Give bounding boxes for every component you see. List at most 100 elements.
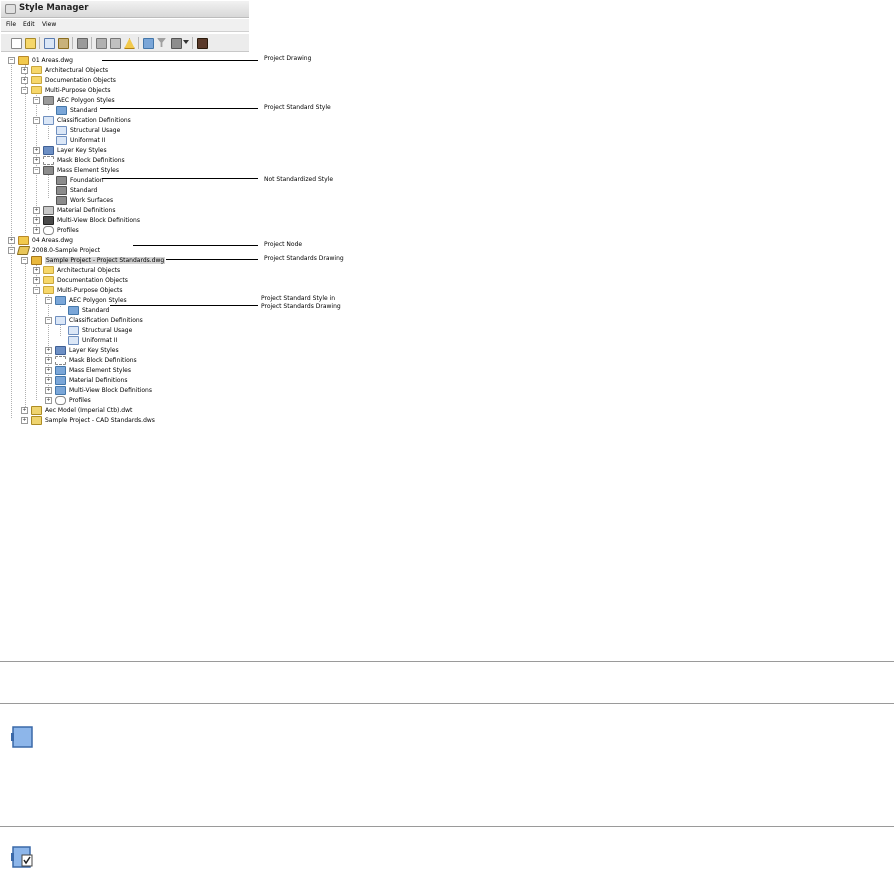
expand-toggle-icon[interactable]: + xyxy=(45,366,52,374)
collapse-toggle-icon[interactable]: − xyxy=(21,86,28,94)
tree-item-mask-block-definitions[interactable]: + Mask Block Definitions xyxy=(45,355,137,365)
tree-item-project-node[interactable]: − 2008.0-Sample Project xyxy=(8,245,100,255)
tree-item-mask-block-definitions[interactable]: + Mask Block Definitions xyxy=(33,155,125,165)
display-icon[interactable] xyxy=(171,38,182,49)
tree-item-material-definitions[interactable]: + Material Definitions xyxy=(45,375,127,385)
tree-item-uniformat-ii[interactable]: Uniformat II xyxy=(46,135,105,145)
tree-item-classification-definitions[interactable]: − Classification Definitions xyxy=(33,115,131,125)
import-icon[interactable] xyxy=(110,38,121,49)
tree-item-work-surfaces[interactable]: Work Surfaces xyxy=(46,195,113,205)
tree-item-classification-definitions[interactable]: − Classification Definitions xyxy=(45,315,143,325)
drawing-icon xyxy=(18,55,29,65)
tree-item-layer-key-styles[interactable]: + Layer Key Styles xyxy=(33,145,107,155)
expand-toggle-icon[interactable]: + xyxy=(33,226,40,234)
expand-toggle-icon[interactable]: + xyxy=(21,416,28,424)
menu-view[interactable]: View xyxy=(42,21,56,28)
collapse-toggle-icon[interactable]: − xyxy=(33,286,40,294)
collapse-toggle-icon[interactable]: − xyxy=(21,256,28,264)
expand-toggle-icon[interactable]: + xyxy=(33,206,40,214)
mask-block-icon xyxy=(55,355,66,365)
filter-icon[interactable] xyxy=(157,38,166,47)
tree-item-mass-element-styles[interactable]: − Mass Element Styles xyxy=(33,165,119,175)
tree-item-documentation-objects[interactable]: + Documentation Objects xyxy=(33,275,128,285)
purge-icon[interactable] xyxy=(96,38,107,49)
collapse-toggle-icon[interactable]: − xyxy=(33,116,40,124)
tree-item-documentation-objects[interactable]: + Documentation Objects xyxy=(21,75,116,85)
tree-item-multi-purpose-objects[interactable]: − Multi-Purpose Objects xyxy=(21,85,110,95)
warning-icon[interactable] xyxy=(124,38,135,49)
expand-toggle-icon[interactable]: + xyxy=(21,406,28,414)
edit-icon[interactable] xyxy=(77,38,88,49)
collapse-toggle-icon[interactable]: − xyxy=(33,166,40,174)
expand-toggle-icon[interactable]: + xyxy=(33,146,40,154)
expand-toggle-icon[interactable]: + xyxy=(45,396,52,404)
tree-item-label: 01 Areas.dwg xyxy=(32,56,73,64)
paste-icon[interactable] xyxy=(58,38,69,49)
tree-item-label: Multi-View Block Definitions xyxy=(69,386,152,394)
tree-item-label: Structural Usage xyxy=(82,326,133,334)
tree-item-structural-usage[interactable]: Structural Usage xyxy=(58,325,132,335)
tree-item-foundation[interactable]: Foundation xyxy=(46,175,104,185)
tree-item-label: Classification Definitions xyxy=(57,116,131,124)
tree-item-profiles[interactable]: + Profiles xyxy=(33,225,79,235)
tree-item-structural-usage[interactable]: Structural Usage xyxy=(46,125,120,135)
tree-item-uniformat-ii[interactable]: Uniformat II xyxy=(58,335,117,345)
collapse-toggle-icon[interactable]: − xyxy=(8,56,15,64)
project-icon xyxy=(16,245,31,255)
callout-leader xyxy=(100,108,258,109)
new-icon[interactable] xyxy=(11,38,22,49)
expand-toggle-icon[interactable]: + xyxy=(33,266,40,274)
tree-item-aec-polygon-styles[interactable]: − AEC Polygon Styles xyxy=(45,295,127,305)
expand-toggle-icon[interactable]: + xyxy=(45,356,52,364)
expand-toggle-icon[interactable]: + xyxy=(8,236,15,244)
tree-item-multi-view-block-definitions[interactable]: + Multi-View Block Definitions xyxy=(45,385,152,395)
collapse-toggle-icon[interactable]: − xyxy=(45,296,52,304)
tree-item-label: Layer Key Styles xyxy=(57,146,107,154)
material-icon xyxy=(43,205,54,215)
tree-item-material-definitions[interactable]: + Material Definitions xyxy=(33,205,115,215)
menu-edit[interactable]: Edit xyxy=(23,21,35,28)
chevron-down-icon[interactable] xyxy=(183,40,189,44)
tree-item-mass-element-styles[interactable]: + Mass Element Styles xyxy=(45,365,131,375)
settings-icon[interactable] xyxy=(197,38,208,49)
expand-toggle-icon[interactable]: + xyxy=(21,76,28,84)
tree-item-multi-view-block-definitions[interactable]: + Multi-View Block Definitions xyxy=(33,215,140,225)
tree-item-01-areas-drawing[interactable]: − 01 Areas.dwg xyxy=(8,55,73,65)
tree-item-aec-polygon-styles[interactable]: − AEC Polygon Styles xyxy=(33,95,115,105)
tree-item-architectural-objects[interactable]: + Architectural Objects xyxy=(21,65,108,75)
tree-item-label: Documentation Objects xyxy=(45,76,116,84)
tree-item-standard-style[interactable]: Standard xyxy=(46,105,97,115)
tree-item-multi-purpose-objects[interactable]: − Multi-Purpose Objects xyxy=(33,285,122,295)
expand-toggle-icon[interactable]: + xyxy=(45,376,52,384)
tree-item-architectural-objects[interactable]: + Architectural Objects xyxy=(33,265,120,275)
expand-toggle-icon[interactable]: + xyxy=(33,276,40,284)
collapse-toggle-icon[interactable]: − xyxy=(45,316,52,324)
callout-leader xyxy=(133,245,258,246)
toolbar-separator xyxy=(72,37,73,49)
tree-item-04-areas-drawing[interactable]: + 04 Areas.dwg xyxy=(8,235,73,245)
collapse-toggle-icon[interactable]: − xyxy=(8,246,15,254)
menu-file[interactable]: File xyxy=(6,21,16,28)
tree-item-project-standards-drawing[interactable]: − Sample Project - Project Standards.dwg xyxy=(21,255,166,265)
tree-item-profiles[interactable]: + Profiles xyxy=(45,395,91,405)
standard-style-checked-icon xyxy=(10,845,34,869)
tree-item-aec-model-template[interactable]: + Aec Model (Imperial Ctb).dwt xyxy=(21,405,132,415)
open-icon[interactable] xyxy=(25,38,36,49)
tree-item-label: Uniformat II xyxy=(70,136,106,144)
collapse-toggle-icon[interactable]: − xyxy=(33,96,40,104)
expand-toggle-icon[interactable]: + xyxy=(33,216,40,224)
tree-item-cad-standards[interactable]: + Sample Project - CAD Standards.dws xyxy=(21,415,155,425)
divider xyxy=(0,703,894,704)
tree-item-label: 04 Areas.dwg xyxy=(32,236,73,244)
expand-toggle-icon[interactable]: + xyxy=(45,386,52,394)
toggle-view-icon[interactable] xyxy=(143,38,154,49)
folder-open-icon xyxy=(43,286,54,294)
tree-item-layer-key-styles[interactable]: + Layer Key Styles xyxy=(45,345,119,355)
tree-item-standard-mass[interactable]: Standard xyxy=(46,185,97,195)
expand-toggle-icon[interactable]: + xyxy=(21,66,28,74)
expand-toggle-icon[interactable]: + xyxy=(33,156,40,164)
callout-leader xyxy=(102,178,258,179)
copy-icon[interactable] xyxy=(44,38,55,49)
tree-item-standard-style[interactable]: Standard xyxy=(58,305,109,315)
expand-toggle-icon[interactable]: + xyxy=(45,346,52,354)
